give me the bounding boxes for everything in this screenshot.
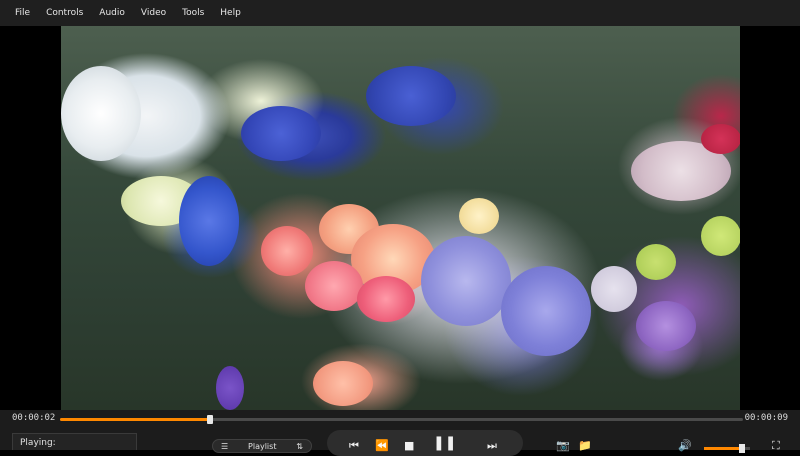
- pause-icon[interactable]: ❚❚: [433, 436, 456, 450]
- skip-next-icon[interactable]: ⏭: [487, 440, 497, 451]
- camera-icon[interactable]: 📷: [556, 440, 570, 451]
- playback-status-box: Playing:: [12, 433, 137, 450]
- decorative-flower: [241, 106, 321, 161]
- decorative-flower: [357, 276, 415, 322]
- decorative-flower: [459, 198, 499, 234]
- volume-handle[interactable]: [738, 444, 745, 453]
- decorative-flower: [636, 301, 696, 351]
- decorative-flower: [701, 124, 740, 154]
- menu-audio[interactable]: Audio: [91, 0, 133, 26]
- decorative-flower: [179, 176, 239, 266]
- folder-icon[interactable]: 📁: [578, 440, 592, 451]
- fullscreen-icon[interactable]: ⛶: [772, 440, 780, 451]
- total-time-label: 00:00:09: [744, 413, 788, 423]
- decorative-flower: [591, 266, 637, 312]
- decorative-flower: [61, 66, 141, 161]
- decorative-flower: [501, 266, 591, 356]
- seek-progress-fill: [60, 418, 211, 421]
- menu-help[interactable]: Help: [212, 0, 249, 26]
- decorative-flower: [313, 361, 373, 406]
- playlist-label: Playlist: [248, 441, 277, 451]
- decorative-flower: [701, 216, 740, 256]
- speaker-icon[interactable]: 🔊: [678, 440, 692, 451]
- decorative-flower: [261, 226, 313, 276]
- menu-file[interactable]: File: [0, 0, 38, 26]
- sort-icon[interactable]: ⇅: [296, 442, 303, 451]
- decorative-flower: [216, 366, 244, 410]
- video-frame[interactable]: [61, 26, 740, 410]
- seek-handle[interactable]: [207, 415, 214, 424]
- decorative-flower: [366, 66, 456, 126]
- decorative-flower: [636, 244, 676, 280]
- menu-controls[interactable]: Controls: [38, 0, 91, 26]
- playback-control-bar: 00:00:02 00:00:09 Playing: ☰ Playlist ⇅ …: [0, 410, 800, 456]
- decorative-flower: [421, 236, 511, 326]
- menu-video[interactable]: Video: [133, 0, 174, 26]
- seek-slider[interactable]: [60, 415, 743, 424]
- list-icon: ☰: [221, 441, 229, 451]
- stop-icon[interactable]: ■: [404, 440, 414, 451]
- playlist-button[interactable]: ☰ Playlist ⇅: [212, 439, 312, 453]
- current-time-label: 00:00:02: [12, 413, 56, 423]
- menu-tools[interactable]: Tools: [174, 0, 212, 26]
- video-display-area[interactable]: [0, 26, 800, 410]
- skip-previous-icon[interactable]: ⏮: [349, 440, 359, 451]
- rewind-icon[interactable]: ⏪: [375, 440, 389, 451]
- playback-status-label: Playing:: [20, 438, 56, 448]
- decorative-flower: [305, 261, 363, 311]
- transport-controls: ⏮ ⏪ ■ ❚❚ ⏭: [327, 430, 523, 456]
- menu-bar: File Controls Audio Video Tools Help: [0, 0, 800, 26]
